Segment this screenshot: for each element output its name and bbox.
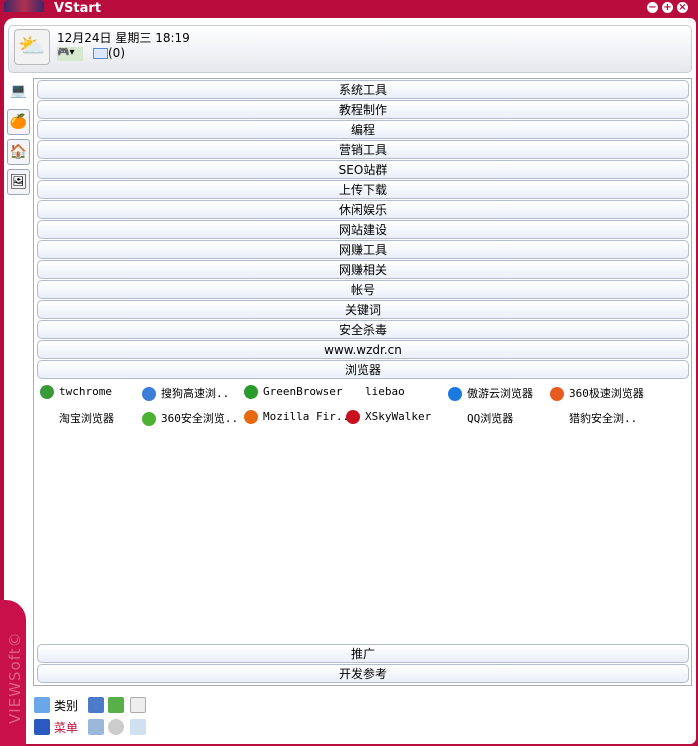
browser-label: 360安全浏览.. (161, 412, 239, 425)
title-bar[interactable]: VStart − + × (0, 0, 698, 18)
category-row[interactable]: www.wzdr.cn (37, 340, 689, 359)
add-mouse-icon[interactable] (108, 719, 124, 735)
brand-text: VIEWSoft© (6, 631, 24, 724)
add-file-icon[interactable] (130, 697, 146, 713)
time-text: 18:19 (155, 31, 190, 45)
menu-button[interactable]: 菜单 (54, 719, 78, 736)
browser-label: 搜狗高速浏.. (161, 387, 230, 400)
category-row[interactable]: 网站建设 (37, 220, 689, 239)
mail-count: (0) (108, 46, 125, 60)
app-logo-icon (4, 0, 44, 12)
category-row[interactable]: 营销工具 (37, 140, 689, 159)
browser-item[interactable]: XSkyWalker (346, 410, 431, 424)
browser-label: 360极速浏览器 (569, 387, 644, 400)
category-row[interactable]: 系统工具 (37, 80, 689, 99)
mail-button[interactable]: (0) (93, 46, 125, 60)
weekday-text: 星期三 (115, 31, 152, 45)
category-icon[interactable] (34, 697, 50, 713)
category-row[interactable]: 浏览器 (37, 360, 689, 379)
browser-label: XSkyWalker (365, 410, 432, 423)
tab-image-icon[interactable]: 🖼 (7, 169, 30, 195)
datetime: 12月24日 星期三 18:19 (57, 29, 190, 46)
browser-item[interactable]: 淘宝浏览器 (40, 410, 114, 426)
browser-item[interactable]: 360极速浏览器 (550, 385, 644, 401)
header-panel: ⛅ 12月24日 星期三 18:19 🎮▾ (0) (8, 25, 692, 73)
add-window-icon[interactable] (88, 697, 104, 713)
browser-item[interactable]: GreenBrowser (244, 385, 342, 399)
category-row[interactable]: 推广 (37, 644, 689, 663)
blank-icon (40, 412, 54, 426)
minimize-button[interactable]: − (647, 2, 658, 13)
browser-label: Mozilla Fir.. (263, 410, 350, 423)
tab-computer-icon[interactable]: 💻 (7, 79, 30, 105)
category-row[interactable]: 帐号 (37, 280, 689, 299)
tab-home-icon[interactable]: 🏠 (7, 139, 30, 165)
gamepad-icon[interactable]: 🎮▾ (57, 47, 83, 61)
window-title: VStart (54, 1, 102, 16)
browser-item[interactable]: QQ浏览器 (448, 410, 513, 426)
browser-label: 淘宝浏览器 (59, 412, 114, 425)
category-button[interactable]: 类别 (54, 697, 78, 714)
sogou-icon (142, 387, 156, 401)
refresh-icon[interactable] (108, 697, 124, 713)
chrome-icon (40, 385, 54, 399)
browser-item[interactable]: 360安全浏览.. (142, 410, 238, 426)
category-row[interactable]: 教程制作 (37, 100, 689, 119)
360-chrome-icon (550, 387, 564, 401)
category-row[interactable]: 开发参考 (37, 664, 689, 683)
category-row[interactable]: 网赚工具 (37, 240, 689, 259)
browser-label: 傲游云浏览器 (467, 387, 533, 400)
browser-label: GreenBrowser (263, 385, 343, 398)
tab-fruit-icon[interactable]: 🍊 (7, 109, 30, 135)
maxthon-icon (448, 387, 462, 401)
category-row[interactable]: 休闲娱乐 (37, 200, 689, 219)
browser-label: twchrome (59, 385, 112, 398)
close-button[interactable]: × (677, 2, 688, 13)
menu-icon[interactable] (34, 719, 50, 735)
firefox-icon (244, 410, 258, 424)
maximize-button[interactable]: + (662, 2, 673, 13)
brand-strip: VIEWSoft© (0, 600, 26, 746)
weather-icon[interactable]: ⛅ (14, 29, 50, 65)
date-text: 12月24日 (57, 31, 112, 45)
browser-label: 猎豹安全浏.. (569, 412, 638, 425)
browser-item[interactable]: Mozilla Fir.. (244, 410, 349, 424)
greenbrowser-icon (244, 385, 258, 399)
blank-icon (550, 412, 564, 426)
mail-icon (93, 48, 108, 59)
category-row[interactable]: 关键词 (37, 300, 689, 319)
blank-icon (448, 412, 462, 426)
schedule-icon[interactable] (130, 719, 146, 735)
wrench-icon[interactable] (88, 719, 104, 735)
category-row[interactable]: 网赚相关 (37, 260, 689, 279)
blank-icon (346, 385, 360, 399)
browser-item[interactable]: liebao (346, 385, 405, 399)
category-row[interactable]: 上传下载 (37, 180, 689, 199)
browser-item[interactable]: 傲游云浏览器 (448, 385, 533, 401)
browser-label: QQ浏览器 (467, 412, 514, 425)
360-se-icon (142, 412, 156, 426)
browser-item[interactable]: 搜狗高速浏.. (142, 385, 229, 401)
browser-label: liebao (365, 385, 405, 398)
category-row[interactable]: 安全杀毒 (37, 320, 689, 339)
category-row[interactable]: SEO站群 (37, 160, 689, 179)
browser-item[interactable]: twchrome (40, 385, 112, 399)
xskywalker-icon (346, 410, 360, 424)
category-row[interactable]: 编程 (37, 120, 689, 139)
browser-item[interactable]: 猎豹安全浏.. (550, 410, 637, 426)
